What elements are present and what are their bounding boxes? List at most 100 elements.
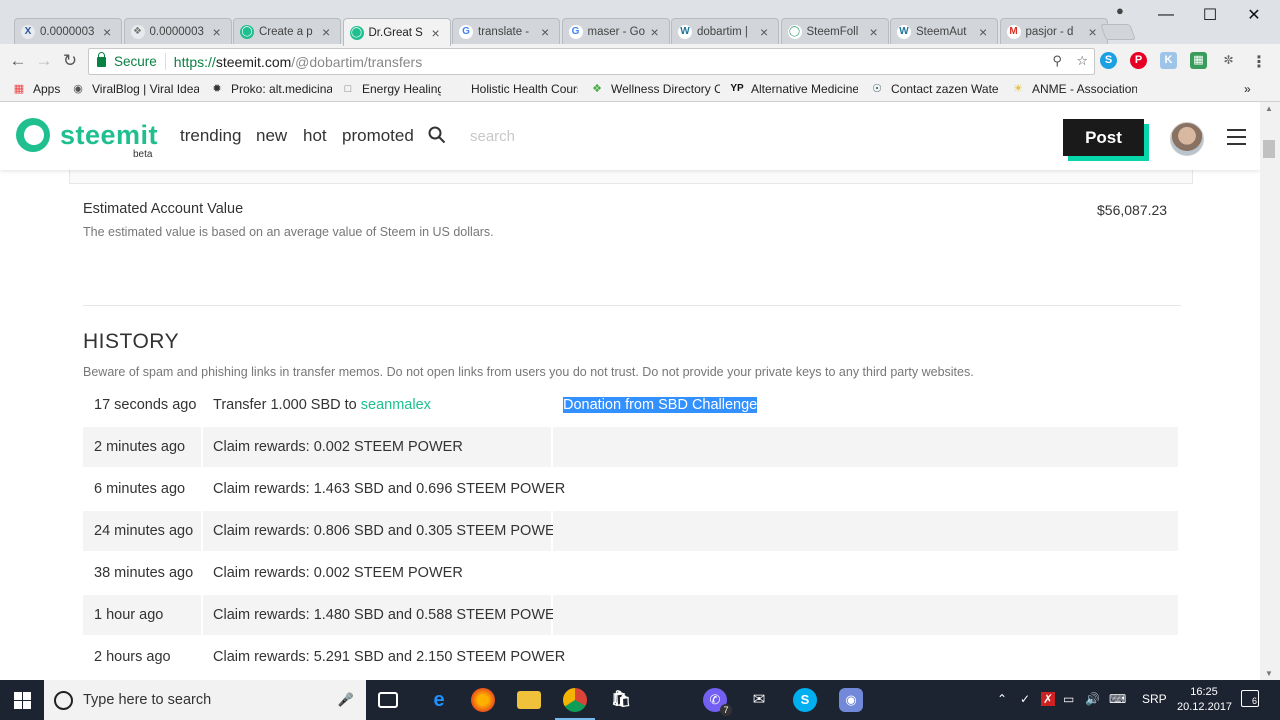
tab-8[interactable]: W SteemAut × — [890, 18, 998, 45]
keyboard-icon[interactable]: ⌨ — [1109, 692, 1126, 706]
tab-7[interactable]: ◯ SteemFoll × — [780, 18, 889, 45]
tab-close-icon[interactable]: × — [541, 24, 553, 40]
nav-trending[interactable]: trending — [180, 126, 241, 146]
secure-indicator[interactable]: Secure — [89, 51, 166, 70]
skype-extension-icon[interactable]: S — [1100, 52, 1117, 69]
taskbar-search-placeholder: Type here to search — [83, 692, 212, 708]
tab-1[interactable]: ❖ 0.0000003 × — [123, 18, 232, 45]
table-row: 2 minutes ago Claim rewards: 0.002 STEEM … — [83, 426, 1178, 468]
sun-icon: ☀ — [1013, 83, 1023, 95]
browser-window: ● — ☐ ✕ X 0.0000003 × ❖ 0.0000003 × ◯ Create a … — [0, 0, 1280, 680]
tab-3[interactable]: ◯ Dr.Great S × — [342, 18, 451, 46]
extension-icon[interactable]: K — [1160, 52, 1177, 69]
microphone-icon[interactable]: 🎤 — [338, 692, 354, 708]
history-warning: Beware of spam and phishing links in tra… — [83, 365, 974, 379]
bookmark-star-icon[interactable]: ☆ — [1076, 53, 1088, 68]
reload-icon[interactable]: ↻ — [60, 51, 80, 71]
new-tab-button[interactable] — [1100, 24, 1136, 40]
hamburger-menu-icon[interactable] — [1227, 129, 1246, 145]
bookmark-holistic[interactable]: Holistic Health Cours — [450, 82, 578, 96]
bookmark-wellness[interactable]: ❖ Wellness Directory O — [590, 82, 720, 96]
scroll-down-arrow-icon[interactable]: ▼ — [1265, 669, 1273, 678]
history-description-text: Claim rewards: 0.806 SBD and 0.305 STEEM… — [213, 523, 566, 539]
tray-chevron-icon[interactable]: ⌃ — [997, 692, 1007, 706]
table-row: 38 minutes ago Claim rewards: 0.002 STEEM… — [83, 552, 1178, 594]
skype-icon[interactable]: S — [793, 688, 817, 712]
bookmark-label: Energy Healing — [362, 82, 441, 96]
tab-2[interactable]: ◯ Create a p × — [233, 18, 341, 45]
tab-close-icon[interactable]: × — [979, 24, 991, 40]
volume-icon[interactable]: 🔊 — [1085, 692, 1100, 706]
action-center-icon[interactable]: 6 — [1241, 690, 1259, 707]
tab-close-icon[interactable]: × — [760, 24, 772, 40]
address-bar[interactable]: Secure https://steemit.com/@dobartim/tra… — [88, 48, 1095, 75]
bookmarks-overflow[interactable]: » — [1244, 82, 1251, 96]
task-view-icon[interactable] — [378, 692, 398, 708]
bookmark-alt-medicine[interactable]: YP Alternative Medicine — [730, 82, 858, 96]
edge-icon[interactable]: e — [427, 688, 451, 712]
windows-start-icon[interactable] — [14, 692, 31, 709]
history-description: Claim rewards: 5.291 SBD and 2.150 STEEM… — [203, 637, 565, 677]
page-scrollbar[interactable]: ▲ ▼ — [1260, 102, 1280, 680]
nav-new[interactable]: new — [256, 126, 287, 146]
search-icon[interactable] — [428, 126, 446, 144]
scroll-thumb[interactable] — [1263, 140, 1275, 158]
discord-icon[interactable]: ◉ — [839, 688, 863, 712]
pinterest-extension-icon[interactable]: P — [1130, 52, 1147, 69]
firefox-icon[interactable] — [471, 688, 495, 712]
logo-text[interactable]: steemit — [60, 120, 158, 151]
bookmark-apps[interactable]: ▦ Apps — [12, 82, 62, 96]
forward-arrow-icon[interactable]: → — [34, 51, 54, 71]
bookmark-viralblog[interactable]: ◉ ViralBlog | Viral Ideas — [71, 82, 199, 96]
antivirus-icon[interactable]: ✗ — [1041, 692, 1056, 706]
nav-hot[interactable]: hot — [303, 126, 327, 146]
bookmark-anme[interactable]: ☀ ANME - Association f — [1011, 82, 1137, 96]
chrome-icon[interactable] — [563, 688, 587, 712]
language-indicator[interactable]: SRP — [1142, 692, 1167, 706]
tab-6[interactable]: Wdobartim | × — [671, 18, 779, 45]
history-memo — [553, 637, 1178, 677]
tab-close-icon[interactable]: × — [870, 24, 882, 40]
steemit-logo-icon[interactable] — [16, 118, 50, 152]
steemfollower-icon: ◯ — [787, 25, 802, 39]
browser-menu-icon[interactable]: ⋮ — [1251, 52, 1267, 72]
store-icon[interactable]: 🛍 — [609, 688, 633, 712]
table-row: 17 seconds ago Transfer 1.000 SBD to sean… — [83, 384, 1178, 426]
bookmark-zazen[interactable]: ☉ Contact zazen Water — [870, 82, 998, 96]
search-input[interactable] — [470, 124, 670, 148]
bookmark-energy-healing[interactable]: □ Energy Healing — [341, 82, 441, 96]
nav-promoted[interactable]: promoted — [342, 126, 414, 146]
tab-close-icon[interactable]: × — [322, 24, 334, 40]
back-arrow-icon[interactable]: ← — [8, 51, 28, 71]
mail-icon[interactable]: ✉ — [747, 688, 771, 712]
bookmark-label: Contact zazen Water — [891, 82, 998, 96]
tab-9[interactable]: Mpasjor - d × — [999, 18, 1108, 45]
tab-close-icon[interactable]: × — [432, 25, 444, 41]
battery-icon[interactable]: ▭ — [1063, 692, 1074, 706]
memo-text: Donation from SBD Challenge — [563, 397, 758, 413]
tab-close-icon[interactable]: × — [103, 24, 115, 40]
tab-5[interactable]: Gmaser - Go × — [561, 18, 670, 45]
maximize-button[interactable]: ☐ — [1188, 0, 1232, 30]
close-window-button[interactable]: ✕ — [1232, 0, 1276, 30]
palette-extension-icon[interactable]: ✼ — [1220, 52, 1237, 69]
scroll-up-arrow-icon[interactable]: ▲ — [1265, 104, 1273, 113]
recipient-link[interactable]: seanmalex — [361, 397, 431, 413]
tab-close-icon[interactable]: × — [1089, 24, 1101, 40]
taskbar-search-box[interactable]: Type here to search 🎤 — [44, 680, 366, 720]
tab-close-icon[interactable]: × — [213, 24, 225, 40]
wifi-icon[interactable]: ✓ — [1020, 692, 1030, 706]
tab-close-icon[interactable]: × — [651, 24, 663, 40]
tab-0[interactable]: X 0.0000003 × — [14, 18, 122, 45]
bookmark-proko[interactable]: ✹ Proko: alt.medicina — [210, 82, 332, 96]
post-button[interactable]: Post — [1063, 119, 1144, 156]
sheets-extension-icon[interactable]: ▦ — [1190, 52, 1207, 69]
system-clock[interactable]: 16:25 20.12.2017 — [1177, 685, 1232, 715]
key-icon[interactable]: ⚲ — [1052, 53, 1062, 68]
avatar[interactable] — [1170, 122, 1204, 156]
profile-icon[interactable]: ● — [1116, 3, 1130, 18]
minimize-button[interactable]: — — [1144, 0, 1188, 30]
tab-4[interactable]: Gtranslate - × — [452, 18, 560, 45]
file-explorer-icon[interactable] — [517, 691, 541, 709]
history-memo: Donation from SBD Challenge — [553, 385, 1178, 425]
